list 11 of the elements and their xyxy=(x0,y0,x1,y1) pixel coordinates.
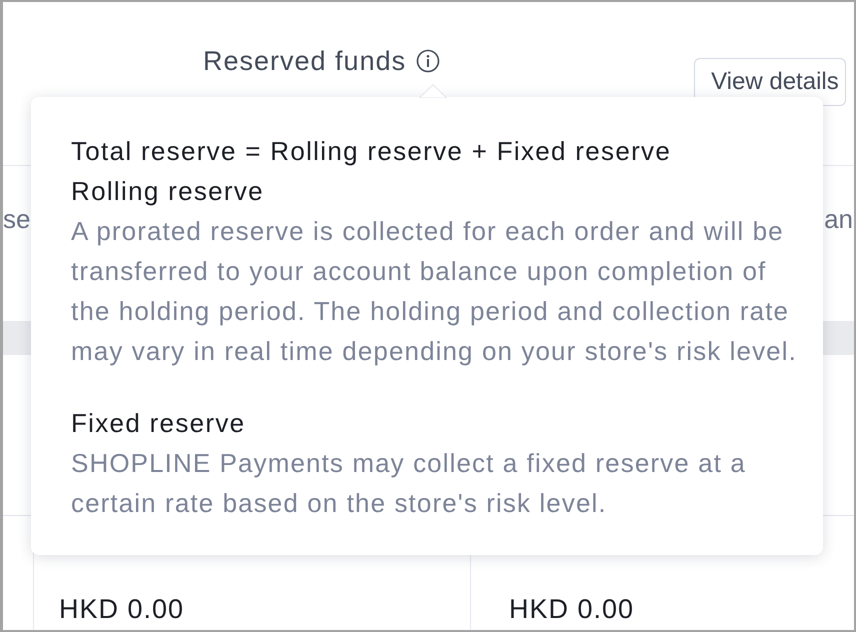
info-icon[interactable] xyxy=(416,49,440,73)
section-description: SHOPLINE Payments may collect a fixed reserve at a certain rate based on the store's risk level. xyxy=(71,447,747,520)
section-heading: Fixed reserve xyxy=(71,407,246,440)
column-label: se xyxy=(3,204,30,236)
balance-amount: HKD 0.00 xyxy=(509,594,634,624)
section-description: A prorated reserve is collected for each order and will be transferred to your account balance upon completion of the holding period. The holding period and collection rate may vary in real time depending on your store's risk level. xyxy=(71,215,798,368)
balance-amount: HKD 0.00 xyxy=(59,594,184,624)
formula-text: Total reserve = Rolling reserve + Fixed reserve xyxy=(71,135,672,168)
section-heading: Rolling reserve xyxy=(71,175,265,208)
column-label: an xyxy=(824,204,853,236)
section-title: Reserved funds xyxy=(203,46,406,76)
